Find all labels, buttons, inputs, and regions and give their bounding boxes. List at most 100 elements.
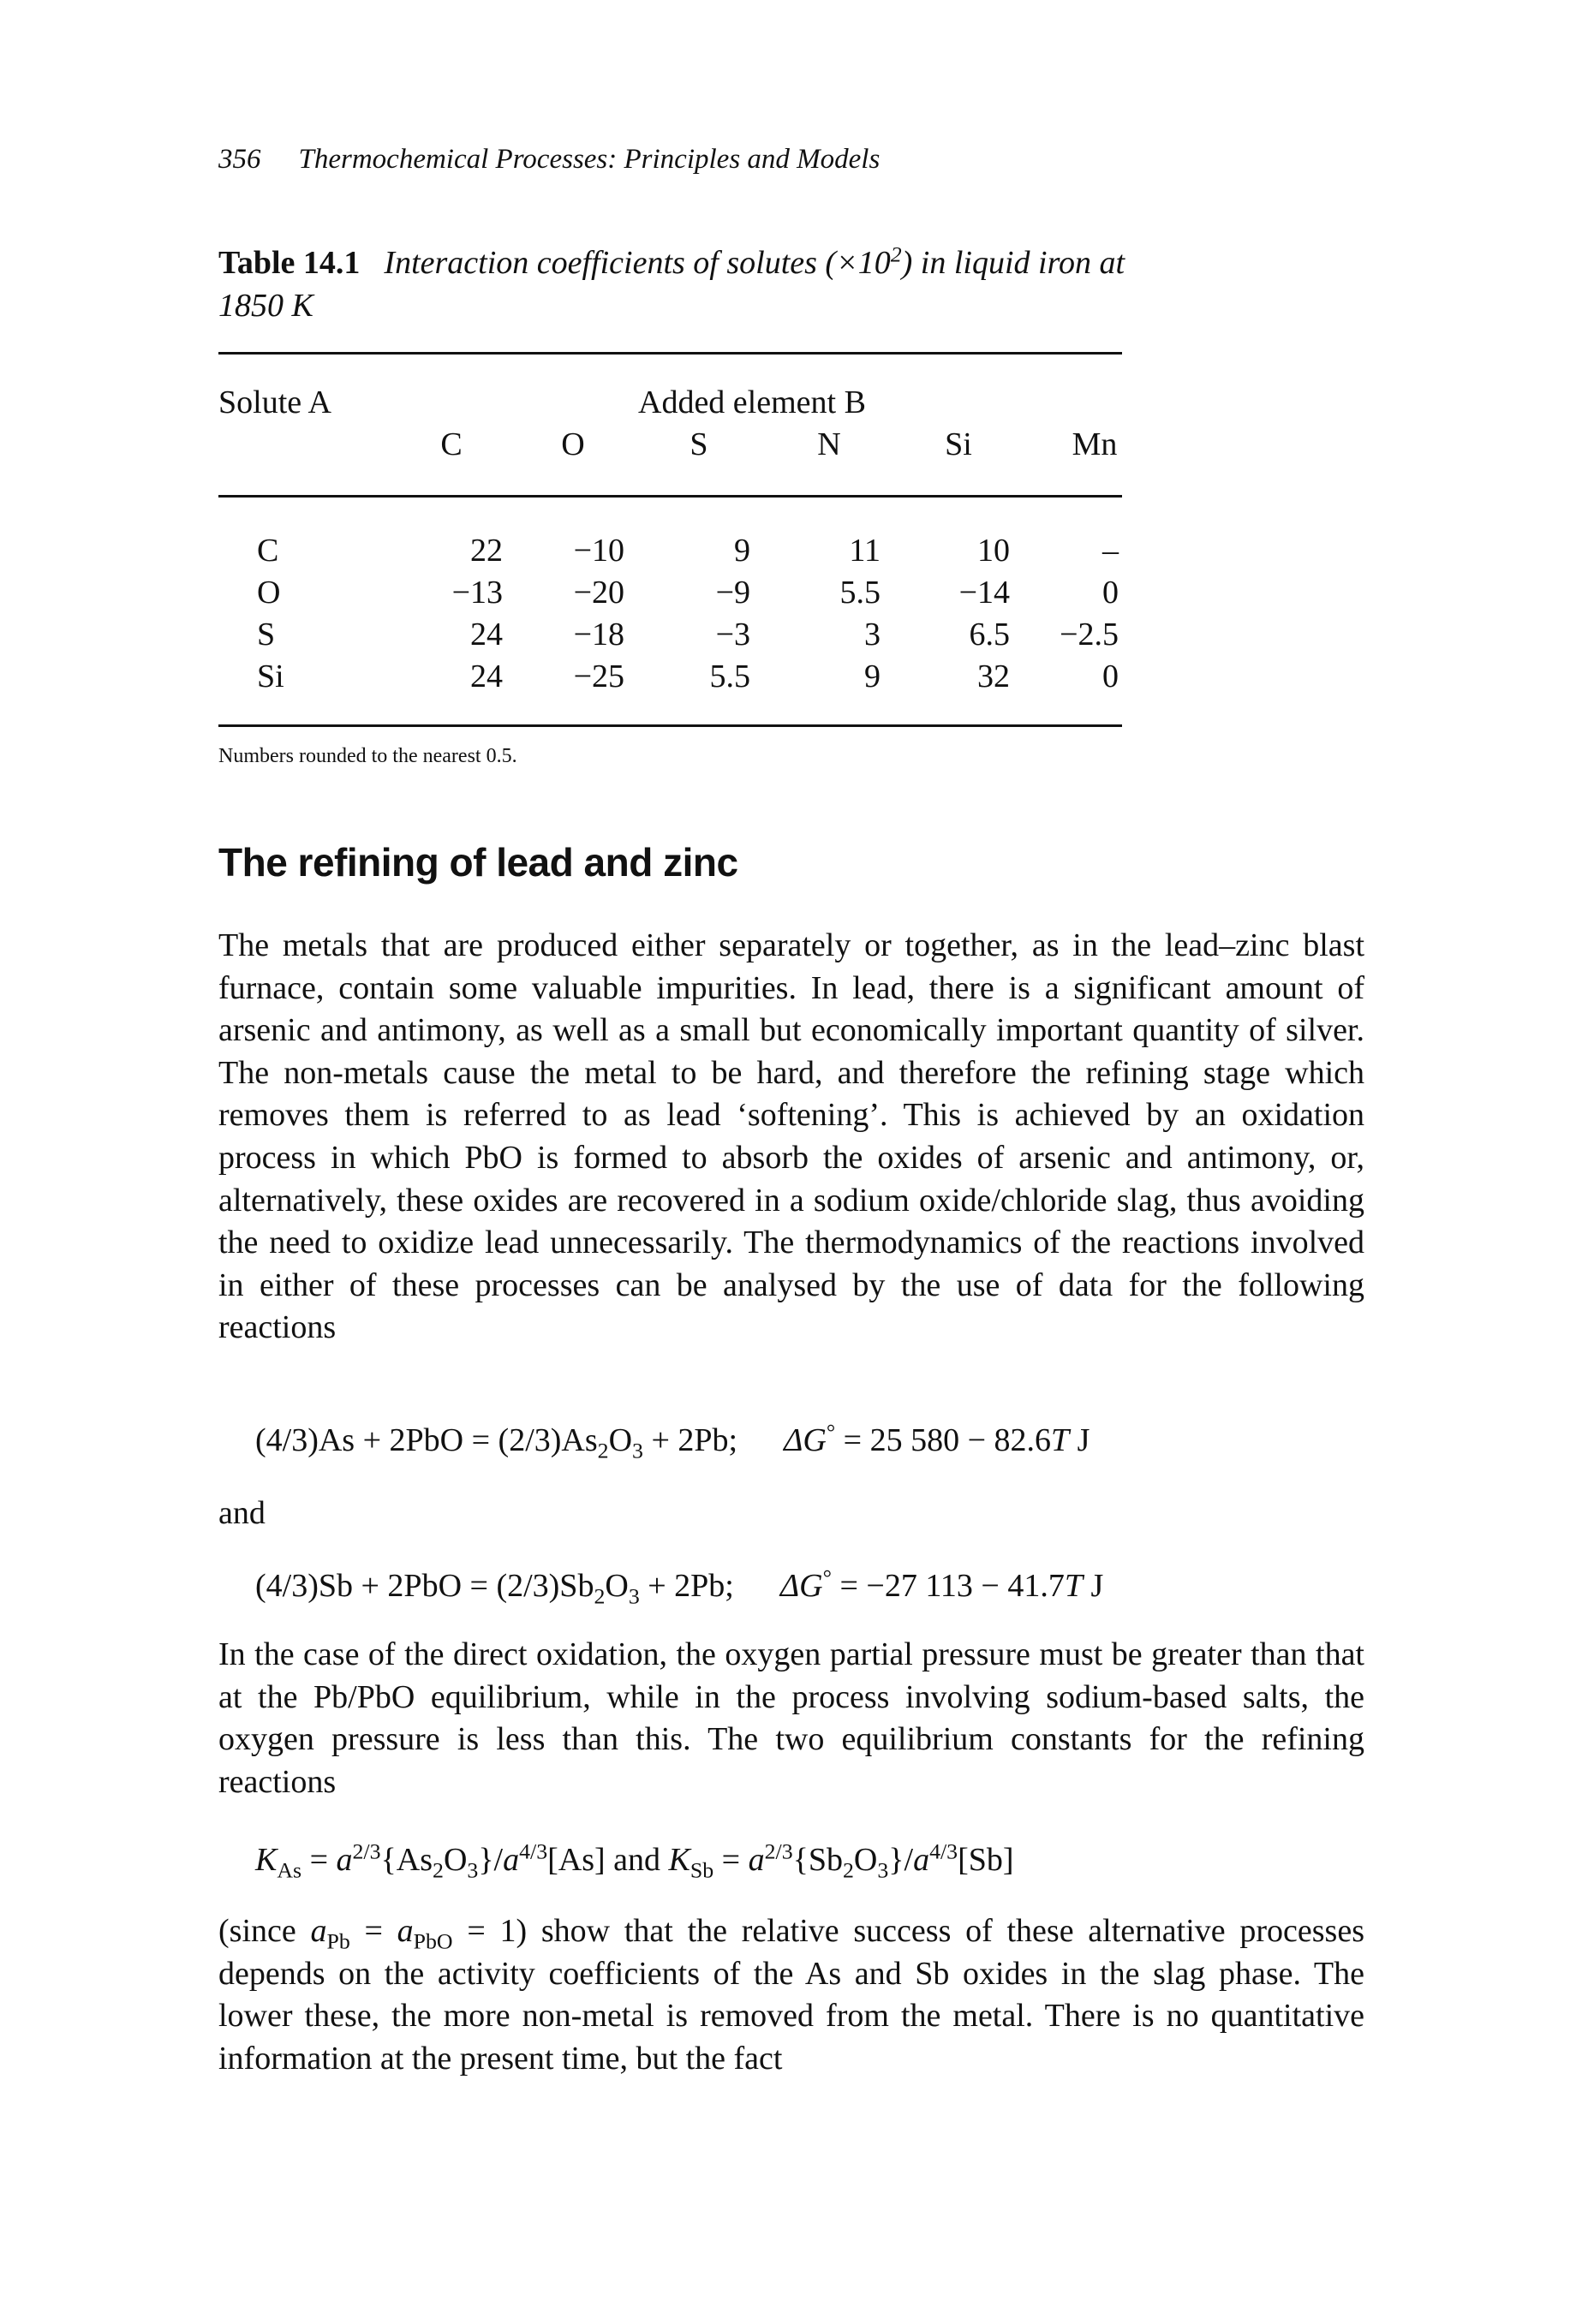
table-cell: −14 bbox=[958, 575, 1010, 611]
table-cell: 11 bbox=[849, 533, 881, 569]
equation-antimony: (4/3)Sb + 2PbO = (2/3)Sb2O3 + 2Pb; ΔG° = … bbox=[255, 1564, 1104, 1607]
eq-subscript: 3 bbox=[467, 1857, 479, 1883]
eq-subscript: 2 bbox=[843, 1857, 854, 1883]
eq-standard-symbol: ° bbox=[826, 1419, 836, 1445]
eq-text: [Sb] bbox=[958, 1842, 1014, 1878]
paragraph: The metals that are produced either sepa… bbox=[218, 927, 1364, 1346]
column-header: N bbox=[817, 426, 841, 462]
table-cell: −3 bbox=[715, 617, 750, 653]
table-cell: −25 bbox=[573, 658, 624, 694]
table-cell: −2.5 bbox=[1060, 617, 1119, 653]
running-head: 356 Thermochemical Processes: Principles … bbox=[218, 144, 880, 176]
column-header: S bbox=[690, 426, 708, 462]
eq-superscript: 4/3 bbox=[519, 1838, 548, 1864]
table-cell: 5.5 bbox=[839, 575, 881, 611]
table-label: Table 14.1 bbox=[218, 245, 361, 281]
caption-exponent: 2 bbox=[890, 241, 902, 267]
table-cell: −10 bbox=[573, 533, 624, 569]
table-cell: 3 bbox=[864, 617, 881, 653]
column-group-header: Added element B bbox=[638, 384, 866, 420]
table-cell: 5.5 bbox=[709, 658, 751, 694]
paragraph: In the case of the direct oxidation, the… bbox=[218, 1636, 1364, 1800]
eq-temperature-symbol: T bbox=[1051, 1422, 1070, 1458]
eq-text: {As bbox=[380, 1842, 433, 1878]
column-header: Mn bbox=[1072, 426, 1118, 462]
eq-text: + 2Pb; bbox=[639, 1568, 734, 1604]
eq-subscript: 2 bbox=[594, 1583, 606, 1609]
eq-value: = −27 113 − 41.7 bbox=[831, 1568, 1065, 1604]
paragraph: (since aPb = aPbO = 1) show that the rel… bbox=[218, 1910, 1364, 2080]
eq-text: }/ bbox=[478, 1842, 504, 1878]
column-header: C bbox=[440, 426, 463, 462]
eq-text: = bbox=[713, 1842, 749, 1878]
activity-subscript: PbO bbox=[413, 1928, 453, 1954]
eq-unit: J bbox=[1069, 1422, 1090, 1458]
column-header: O bbox=[561, 426, 585, 462]
table-cell: 24 bbox=[470, 617, 503, 653]
eq-symbol: K bbox=[255, 1842, 278, 1878]
para-text: = 1) bbox=[452, 1913, 541, 1949]
table-header-rule bbox=[218, 495, 1122, 498]
eq-symbol: a bbox=[913, 1842, 930, 1878]
equation-equilibrium-constants: KAs = a2/3{As2O3}/a4/3[As] and KSb = a2/… bbox=[255, 1838, 1014, 1881]
section-heading: The refining of lead and zinc bbox=[218, 840, 738, 885]
row-group-header: Solute A bbox=[218, 384, 331, 420]
eq-temperature-symbol: T bbox=[1064, 1568, 1083, 1604]
table-top-rule bbox=[218, 352, 1122, 355]
eq-unit: J bbox=[1082, 1568, 1104, 1604]
table-caption: Table 14.1 Interaction coefficients of so… bbox=[218, 241, 1126, 327]
eq-superscript: 2/3 bbox=[764, 1838, 793, 1864]
connector-text: and bbox=[218, 1495, 266, 1531]
eq-subscript: Sb bbox=[690, 1857, 714, 1883]
eq-subscript: As bbox=[277, 1857, 302, 1883]
table-cell: 0 bbox=[1102, 575, 1119, 611]
eq-superscript: 4/3 bbox=[929, 1838, 958, 1864]
para-text: = bbox=[349, 1913, 397, 1949]
row-label: C bbox=[257, 533, 279, 569]
eq-subscript: 2 bbox=[597, 1438, 609, 1463]
eq-subscript: 3 bbox=[628, 1583, 640, 1609]
table-cell: 9 bbox=[864, 658, 881, 694]
row-label: Si bbox=[257, 658, 284, 694]
eq-text: O bbox=[443, 1842, 468, 1878]
equation-arsenic: (4/3)As + 2PbO = (2/3)As2O3 + 2Pb; ΔG° = … bbox=[255, 1419, 1090, 1462]
activity-symbol: a bbox=[397, 1913, 414, 1949]
eq-text: {Sb bbox=[792, 1842, 843, 1878]
table-footnote: Numbers rounded to the nearest 0.5. bbox=[218, 745, 517, 767]
eq-symbol: K bbox=[668, 1842, 690, 1878]
eq-standard-symbol: ° bbox=[822, 1564, 832, 1590]
table-cell: 0 bbox=[1102, 658, 1119, 694]
table-bottom-rule bbox=[218, 724, 1122, 727]
eq-text: }/ bbox=[888, 1842, 914, 1878]
table-cell: −9 bbox=[715, 575, 750, 611]
eq-subscript: 3 bbox=[632, 1438, 643, 1463]
eq-subscript: 2 bbox=[433, 1857, 444, 1883]
book-title: Thermochemical Processes: Principles and… bbox=[298, 144, 881, 175]
eq-text: = bbox=[301, 1842, 337, 1878]
eq-text: (4/3)Sb + 2PbO = (2/3)Sb bbox=[255, 1568, 594, 1604]
para-text: (since bbox=[218, 1913, 311, 1949]
page-number: 356 bbox=[218, 144, 261, 175]
table-cell: 32 bbox=[977, 658, 1010, 694]
activity-subscript: Pb bbox=[326, 1928, 350, 1954]
eq-text: [As] and bbox=[547, 1842, 669, 1878]
activity-symbol: a bbox=[310, 1913, 327, 1949]
table-cell: −20 bbox=[573, 575, 624, 611]
eq-text: O bbox=[608, 1422, 633, 1458]
caption-text-1: Interaction coefficients of solutes (×10 bbox=[384, 245, 891, 281]
row-label: O bbox=[257, 575, 281, 611]
table-cell: 6.5 bbox=[969, 617, 1011, 653]
eq-subscript: 3 bbox=[877, 1857, 889, 1883]
eq-text: O bbox=[853, 1842, 878, 1878]
eq-symbol: a bbox=[336, 1842, 353, 1878]
table-cell: – bbox=[1102, 533, 1119, 569]
eq-text: (4/3)As + 2PbO = (2/3)As bbox=[255, 1422, 598, 1458]
table-cell: 9 bbox=[734, 533, 750, 569]
table-cell: 22 bbox=[470, 533, 503, 569]
eq-symbol: a bbox=[503, 1842, 520, 1878]
table-cell: −18 bbox=[573, 617, 624, 653]
table-cell: 10 bbox=[977, 533, 1010, 569]
eq-symbol: a bbox=[748, 1842, 765, 1878]
eq-delta-g: ΔG bbox=[784, 1422, 827, 1458]
table-cell: 24 bbox=[470, 658, 503, 694]
